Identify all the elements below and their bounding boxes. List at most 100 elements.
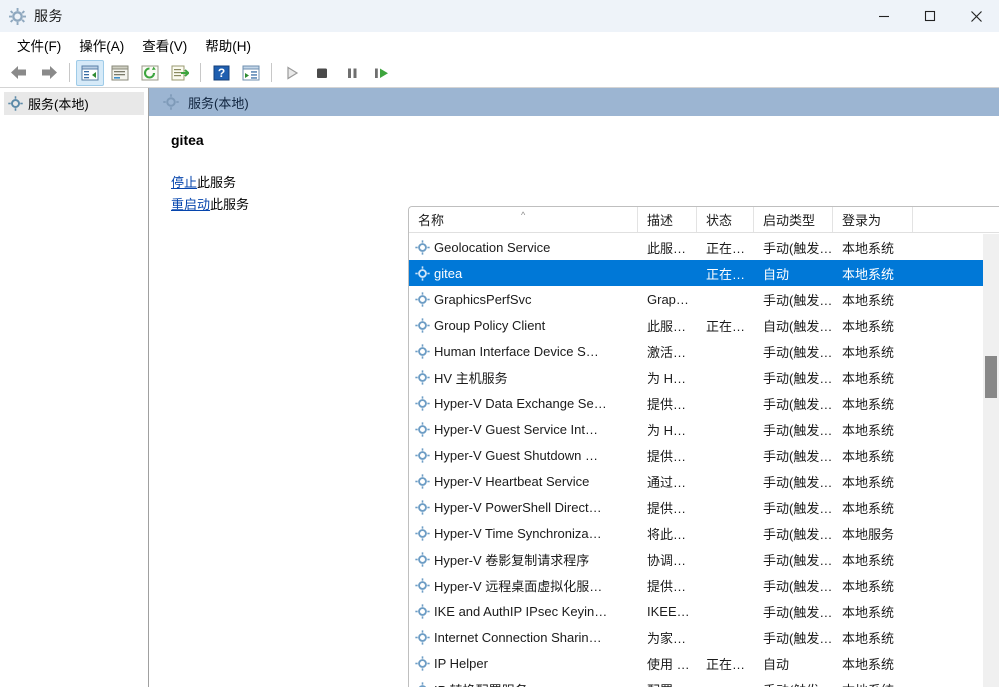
- table-row[interactable]: Hyper-V Data Exchange Se… 提供… 手动(触发… 本地系统: [409, 390, 983, 416]
- column-header-4[interactable]: 登录为: [833, 207, 913, 232]
- window-title: 服务: [34, 8, 63, 24]
- cell-desc: 通过…: [647, 474, 687, 490]
- column-header-3[interactable]: 启动类型: [754, 207, 833, 232]
- service-name-label: Hyper-V Guest Shutdown …: [434, 447, 599, 463]
- stop-link-suffix: 此服务: [197, 175, 237, 190]
- show-action-pane-icon[interactable]: [237, 60, 265, 86]
- service-name-label: Hyper-V Guest Service Int…: [434, 421, 598, 437]
- cell-startup: 手动(触发…: [763, 396, 833, 412]
- help-icon[interactable]: ?: [207, 60, 235, 86]
- cell-logon: 本地系统: [842, 656, 895, 672]
- services-gear-icon-tree: [8, 96, 23, 111]
- cell-name: Internet Connection Sharin…: [409, 630, 638, 645]
- scrollbar-thumb[interactable]: [985, 356, 997, 398]
- export-list-icon[interactable]: [166, 60, 194, 86]
- detail-service-name: gitea: [171, 132, 204, 148]
- stop-service-icon[interactable]: [308, 60, 336, 86]
- start-service-icon[interactable]: [278, 60, 306, 86]
- back-icon[interactable]: [5, 60, 33, 86]
- service-detail-pane: gitea 停止此服务 重启动此服务: [149, 116, 409, 687]
- service-name-label: Group Policy Client: [434, 317, 546, 333]
- cell-name: Hyper-V PowerShell Direct…: [409, 500, 638, 515]
- column-header-label: 启动类型: [763, 213, 816, 228]
- services-rows: Geolocation Service 此服… 正在… 手动(触发… 本地系统 gitea…: [409, 234, 983, 687]
- service-gear-icon: [415, 473, 430, 489]
- toolbar-separator-2: [200, 63, 201, 82]
- column-header-0[interactable]: 名称 ^: [409, 207, 638, 232]
- table-row[interactable]: Group Policy Client 此服… 正在… 自动(触发… 本地系统: [409, 312, 983, 338]
- restart-link-text[interactable]: 重启动: [171, 197, 210, 212]
- table-row[interactable]: IP Helper 使用 … 正在… 自动 本地系统: [409, 650, 983, 676]
- service-gear-icon: [415, 655, 430, 671]
- cell-status: 正在…: [706, 240, 746, 256]
- menu-help[interactable]: 帮助(H): [196, 32, 260, 58]
- service-name-label: Hyper-V Data Exchange Se…: [434, 395, 607, 411]
- restart-service-link[interactable]: 重启动此服务: [171, 196, 393, 213]
- main-body: 服务(本地) 服务(本地) gitea 停止此服务 重启动此服务 名称 ^ 描述…: [0, 88, 999, 687]
- cell-name: Geolocation Service: [409, 240, 638, 255]
- cell-logon: 本地系统: [842, 266, 895, 282]
- service-gear-icon: [415, 343, 430, 359]
- title-bar: 服务: [0, 0, 999, 32]
- vertical-scrollbar[interactable]: [983, 234, 999, 687]
- cell-logon: 本地系统: [842, 240, 895, 256]
- table-row[interactable]: Internet Connection Sharin… 为家… 手动(触发… 本地系统: [409, 624, 983, 650]
- forward-icon[interactable]: [35, 60, 63, 86]
- table-row[interactable]: Hyper-V Guest Shutdown … 提供… 手动(触发… 本地系统: [409, 442, 983, 468]
- cell-name: Hyper-V Heartbeat Service: [409, 474, 638, 489]
- column-header-label: 登录为: [842, 213, 882, 228]
- table-row[interactable]: IKE and AuthIP IPsec Keyin… IKEE… 手动(触发… 本地…: [409, 598, 983, 624]
- pause-service-icon[interactable]: [338, 60, 366, 86]
- cell-logon: 本地系统: [842, 344, 895, 360]
- services-gear-icon: [9, 7, 26, 25]
- service-name-label: Hyper-V PowerShell Direct…: [434, 499, 602, 515]
- table-row[interactable]: Hyper-V 远程桌面虚拟化服… 提供… 手动(触发… 本地系统: [409, 572, 983, 598]
- properties-icon[interactable]: [106, 60, 134, 86]
- menu-view[interactable]: 查看(V): [133, 32, 196, 58]
- stop-service-link[interactable]: 停止此服务: [171, 174, 393, 191]
- tree-item-services-local[interactable]: 服务(本地): [4, 92, 144, 115]
- stop-link-text[interactable]: 停止: [171, 175, 197, 190]
- cell-desc: 提供…: [647, 396, 687, 412]
- table-row[interactable]: HV 主机服务 为 H… 手动(触发… 本地系统: [409, 364, 983, 390]
- table-row[interactable]: Hyper-V Time Synchroniza… 将此… 手动(触发… 本地服务: [409, 520, 983, 546]
- cell-name: Hyper-V 卷影复制请求程序: [409, 550, 638, 569]
- cell-startup: 手动(触发…: [763, 422, 833, 438]
- table-row[interactable]: Hyper-V PowerShell Direct… 提供… 手动(触发… 本地系统: [409, 494, 983, 520]
- service-name-label: Hyper-V 远程桌面虚拟化服…: [434, 578, 603, 594]
- minimize-button[interactable]: [861, 0, 907, 32]
- menu-file[interactable]: 文件(F): [8, 32, 70, 58]
- cell-name: gitea: [409, 266, 638, 281]
- refresh-icon[interactable]: [136, 60, 164, 86]
- table-row[interactable]: gitea 正在… 自动 本地系统: [409, 260, 983, 286]
- cell-logon: 本地系统: [842, 396, 895, 412]
- column-header-1[interactable]: 描述: [638, 207, 697, 232]
- service-gear-icon: [415, 239, 430, 255]
- close-button[interactable]: [953, 0, 999, 32]
- show-hide-tree-icon[interactable]: [76, 59, 104, 86]
- table-row[interactable]: Geolocation Service 此服… 正在… 手动(触发… 本地系统: [409, 234, 983, 260]
- table-row[interactable]: Hyper-V Guest Service Int… 为 H… 手动(触发… 本地系统: [409, 416, 983, 442]
- cell-desc: 此服…: [647, 318, 687, 334]
- table-row[interactable]: GraphicsPerfSvc Grap… 手动(触发… 本地系统: [409, 286, 983, 312]
- restart-service-icon[interactable]: [368, 60, 396, 86]
- cell-desc: 激活…: [647, 344, 687, 360]
- cell-startup: 自动(触发…: [763, 318, 833, 334]
- maximize-button[interactable]: [907, 0, 953, 32]
- service-name-label: IP 转换配置服务: [434, 680, 528, 687]
- cell-name: IP Helper: [409, 656, 638, 671]
- menu-action[interactable]: 操作(A): [70, 32, 133, 58]
- table-row[interactable]: Hyper-V Heartbeat Service 通过… 手动(触发… 本地系统: [409, 468, 983, 494]
- cell-logon: 本地系统: [842, 292, 895, 308]
- cell-logon: 本地系统: [842, 604, 895, 620]
- table-row[interactable]: Hyper-V 卷影复制请求程序 协调… 手动(触发… 本地系统: [409, 546, 983, 572]
- svg-text:?: ?: [217, 66, 224, 80]
- column-header-2[interactable]: 状态: [697, 207, 754, 232]
- cell-desc: 提供…: [647, 448, 687, 464]
- cell-logon: 本地系统: [842, 578, 895, 594]
- console-tree-pane: 服务(本地): [0, 88, 149, 687]
- table-row[interactable]: IP 转换配置服务 配置… 手动(触发…本地系统: [409, 676, 983, 687]
- table-row[interactable]: Human Interface Device S… 激活… 手动(触发… 本地系统: [409, 338, 983, 364]
- cell-name: GraphicsPerfSvc: [409, 292, 638, 307]
- cell-startup: 手动(触发…: [763, 552, 833, 568]
